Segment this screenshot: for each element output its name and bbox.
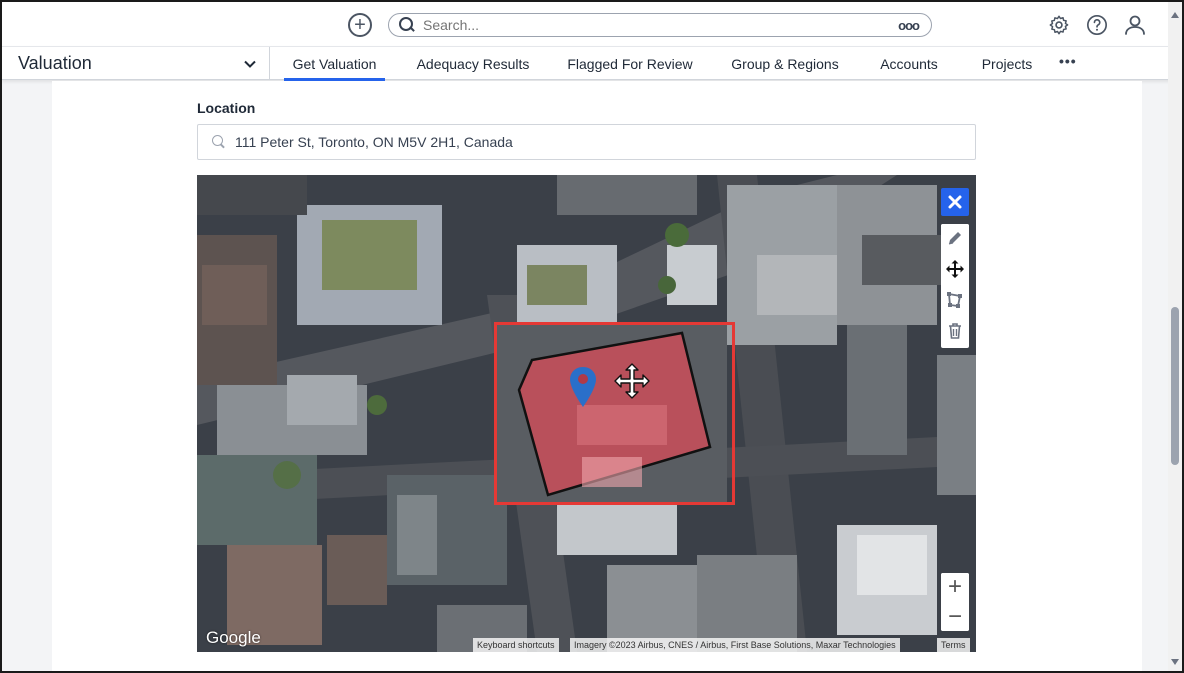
- user-icon[interactable]: [1123, 13, 1147, 37]
- zoom-controls: + −: [941, 573, 969, 631]
- chevron-down-icon: [243, 57, 257, 71]
- nav-bar: Valuation Get Valuation Adequacy Results…: [2, 46, 1182, 81]
- close-icon[interactable]: [941, 188, 969, 216]
- search-input[interactable]: [423, 17, 899, 33]
- pencil-icon[interactable]: [941, 224, 969, 252]
- search-icon: [399, 17, 415, 33]
- app-name: Valuation: [18, 53, 92, 73]
- tab-adequacy-results[interactable]: Adequacy Results: [412, 47, 534, 80]
- draw-toolbar: [941, 224, 969, 348]
- search-options-icon[interactable]: ooo: [898, 18, 920, 33]
- app-window: + ooo Valuat: [0, 0, 1184, 673]
- scroll-up-icon[interactable]: [1171, 12, 1179, 18]
- google-logo: Google: [206, 628, 261, 647]
- search-icon: [212, 135, 226, 149]
- help-icon[interactable]: [1085, 13, 1109, 37]
- move-icon[interactable]: [941, 255, 969, 283]
- location-label: Location: [197, 100, 256, 116]
- location-input[interactable]: [235, 134, 975, 150]
- scroll-thumb[interactable]: [1171, 307, 1179, 465]
- keyboard-shortcuts-link[interactable]: Keyboard shortcuts: [473, 638, 559, 652]
- zoom-out-button[interactable]: −: [941, 603, 969, 631]
- tab-group-regions[interactable]: Group & Regions: [726, 47, 844, 80]
- terms-link[interactable]: Terms: [937, 638, 970, 652]
- tab-accounts[interactable]: Accounts: [874, 47, 944, 80]
- tab-flagged-for-review[interactable]: Flagged For Review: [564, 47, 696, 80]
- imagery-attribution: Imagery ©2023 Airbus, CNES / Airbus, Fir…: [570, 638, 900, 652]
- zoom-in-button[interactable]: +: [941, 573, 969, 601]
- tab-get-valuation[interactable]: Get Valuation: [284, 47, 385, 81]
- selection-highlight: [494, 322, 735, 505]
- trash-icon[interactable]: [941, 317, 969, 345]
- top-bar: + ooo: [2, 2, 1182, 46]
- add-circle-icon[interactable]: +: [348, 13, 372, 37]
- global-search[interactable]: ooo: [388, 13, 932, 37]
- edit-polygon-icon[interactable]: [941, 286, 969, 314]
- location-search-field[interactable]: [197, 124, 976, 160]
- more-tabs-icon[interactable]: •••: [1059, 53, 1077, 69]
- app-selector[interactable]: Valuation: [2, 47, 270, 80]
- scroll-down-icon[interactable]: [1171, 659, 1179, 665]
- settings-gear-icon[interactable]: [1047, 13, 1071, 37]
- vertical-scrollbar[interactable]: [1168, 2, 1182, 671]
- tab-projects[interactable]: Projects: [974, 47, 1040, 80]
